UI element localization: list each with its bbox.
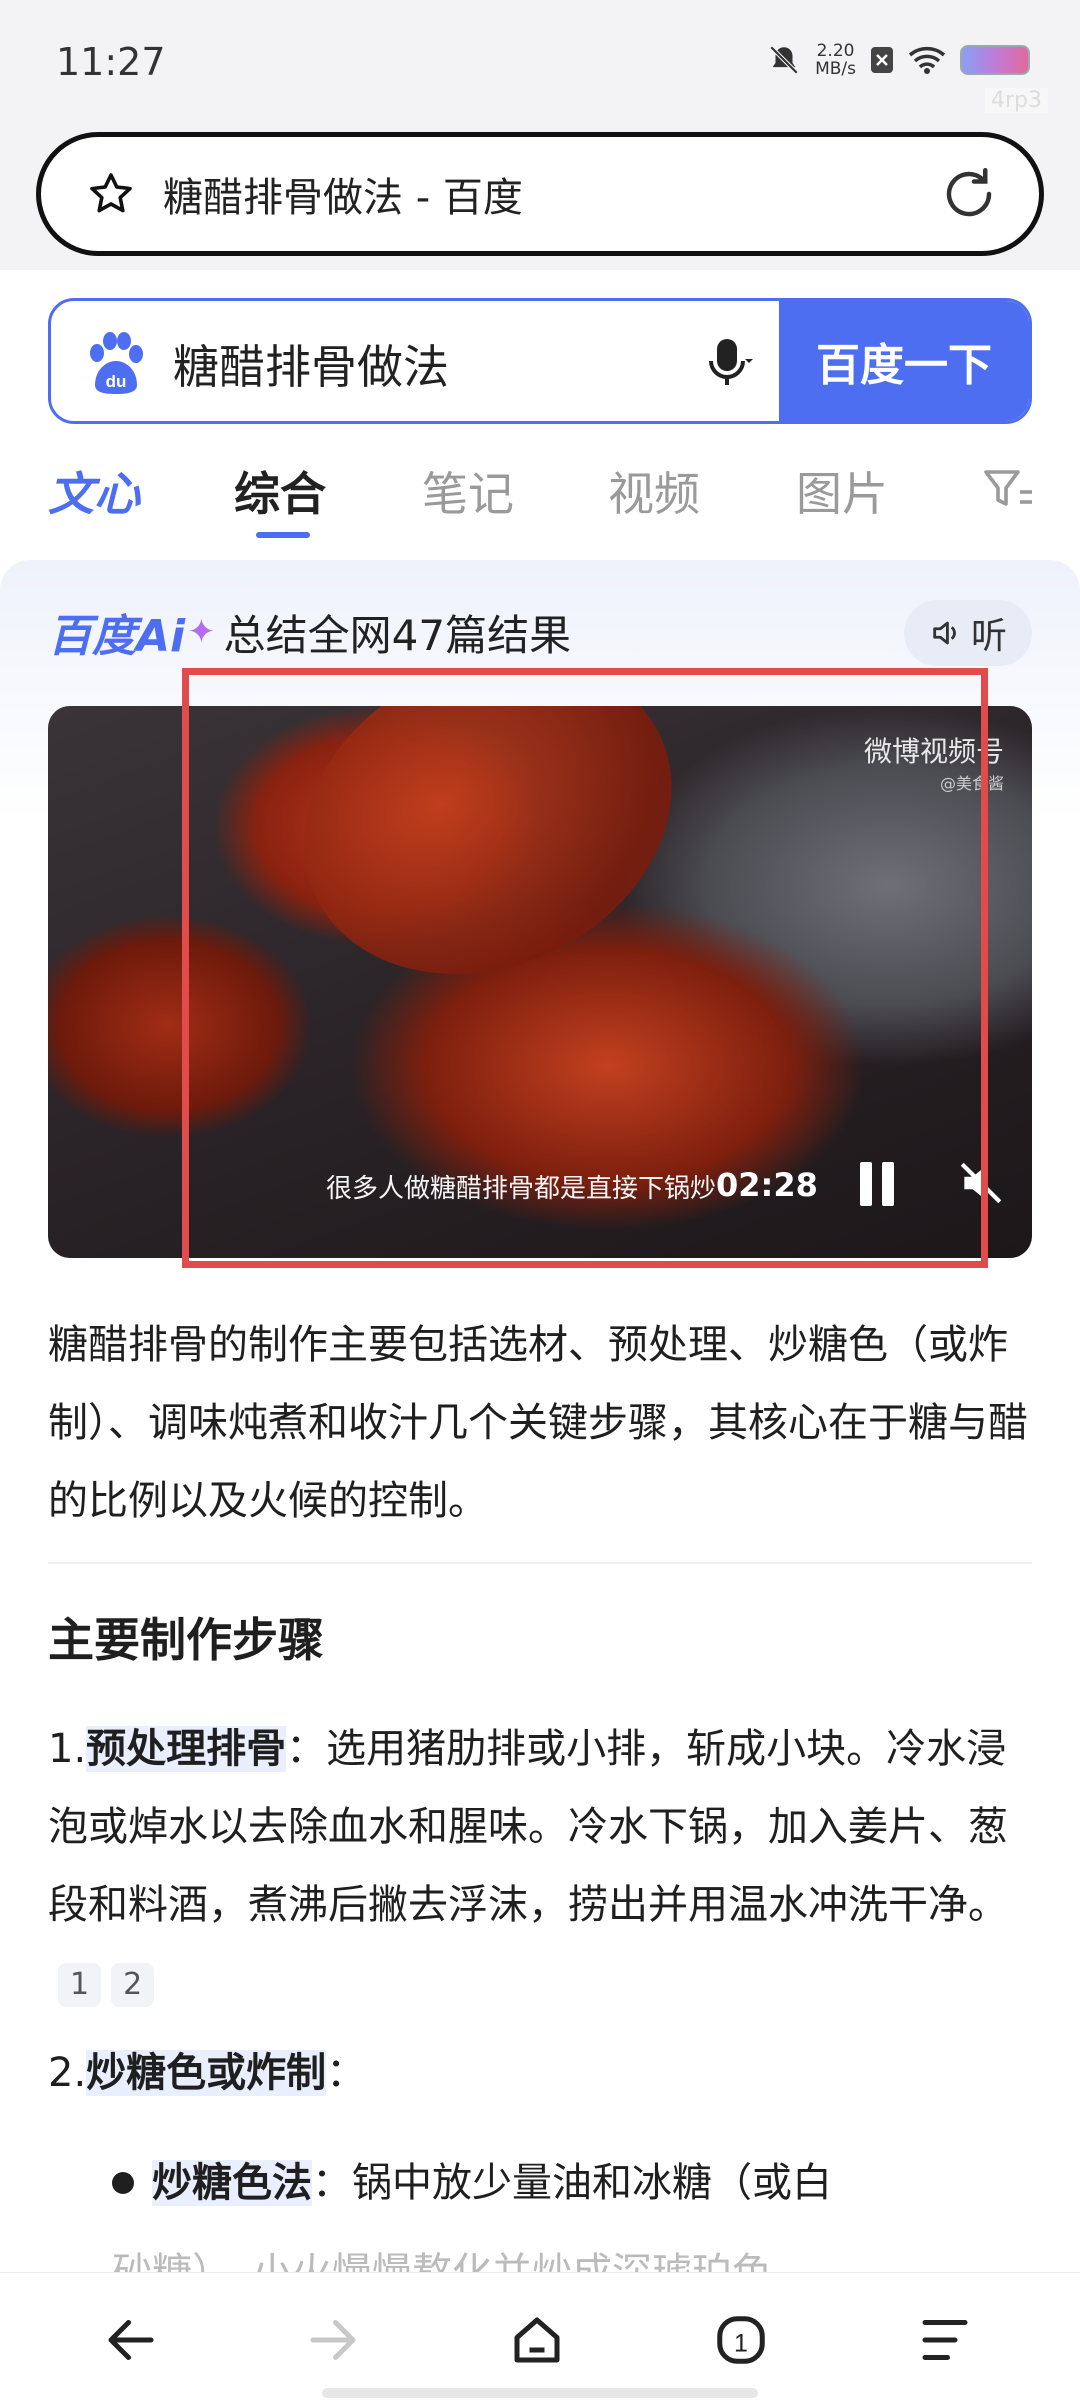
- tab-count-icon: 1: [717, 2316, 765, 2364]
- home-icon: [514, 2317, 560, 2363]
- highlight-box: [182, 668, 988, 1268]
- home-button[interactable]: [502, 2305, 572, 2375]
- section-title: 主要制作步骤: [48, 1613, 324, 1667]
- menu-icon: [922, 2320, 968, 2360]
- address-text[interactable]: 糖醋排骨做法 - 百度: [163, 165, 939, 223]
- ai-header: 百度Ai ✦ 总结全网47篇结果: [48, 600, 571, 664]
- back-button[interactable]: [96, 2305, 166, 2375]
- tab-video[interactable]: 视频: [608, 458, 700, 524]
- tab-notes[interactable]: 笔记: [422, 458, 514, 524]
- bookmark-star-icon[interactable]: [87, 170, 135, 218]
- search-submit-button[interactable]: 百度一下: [779, 301, 1029, 421]
- step-2-title: 炒糖色或炸制: [86, 2050, 327, 2096]
- svg-text:du: du: [106, 372, 127, 391]
- step-1-title: 预处理排骨: [86, 1726, 287, 1772]
- baidu-paw-icon: du: [90, 332, 143, 394]
- step-1: 1.预处理排骨：选用猪肋排或小排，斩成小块。冷水浸泡或焯水以去除血水和腥味。冷水…: [48, 1710, 1038, 2022]
- active-tab-indicator: [256, 532, 310, 538]
- search-box: du 糖醋排骨做法 百度一下: [48, 298, 1032, 424]
- intro-paragraph: 糖醋排骨的制作主要包括选材、预处理、炒糖色（或炸制）、调味炖煮和收汁几个关键步骤…: [48, 1322, 1028, 1524]
- rate-tag: 4rp3: [984, 88, 1048, 113]
- tab-all[interactable]: 综合: [234, 458, 326, 524]
- ai-summary-title: 总结全网47篇结果: [223, 610, 572, 660]
- section-divider: [48, 1562, 1032, 1564]
- reference-2[interactable]: 2: [111, 1963, 155, 2007]
- arrow-left-icon: [108, 2320, 154, 2360]
- gesture-bar[interactable]: [322, 2388, 758, 2398]
- forward-button[interactable]: [298, 2305, 368, 2375]
- status-bar: 11:27 2.20 MB/s 4rp3: [0, 0, 1080, 118]
- tab-images[interactable]: 图片: [796, 458, 888, 524]
- bullet-dot: [112, 2172, 134, 2194]
- search-input[interactable]: 糖醋排骨做法: [173, 331, 689, 421]
- svg-text:1: 1: [734, 2329, 748, 2357]
- bottom-nav: 1: [0, 2272, 1080, 2408]
- baidu-ai-logo: 百度Ai: [48, 611, 186, 662]
- speaker-icon: [933, 621, 956, 645]
- voice-search-button[interactable]: [689, 301, 769, 421]
- browser-toolbar: 糖醋排骨做法 - 百度: [0, 118, 1080, 270]
- sim-off-icon: [871, 47, 893, 73]
- address-bar[interactable]: 糖醋排骨做法 - 百度: [36, 132, 1044, 256]
- microphone-icon: [709, 339, 753, 385]
- net-speed: 2.20 MB/s: [815, 41, 856, 79]
- sparkle-icon: ✦: [187, 612, 216, 652]
- reference-1[interactable]: 1: [58, 1963, 102, 2007]
- tabs-button[interactable]: 1: [706, 2305, 776, 2375]
- step-2: 2.炒糖色或炸制：: [48, 2050, 367, 2096]
- status-icons: 2.20 MB/s: [767, 42, 1030, 78]
- wifi-icon: [908, 47, 946, 74]
- tab-wenxin[interactable]: 文心: [48, 458, 140, 524]
- listen-label: 听: [970, 616, 1007, 657]
- arrow-right-icon: [310, 2320, 356, 2360]
- status-time: 11:27: [56, 40, 166, 84]
- reload-icon[interactable]: [939, 164, 999, 224]
- mute-bell-icon: [769, 45, 799, 75]
- menu-button[interactable]: [910, 2305, 980, 2375]
- bullet-item: 炒糖色法：锅中放少量油和冰糖（或白: [152, 2160, 832, 2206]
- listen-button[interactable]: 听: [904, 600, 1032, 666]
- battery-icon: [960, 45, 1030, 75]
- filter-icon[interactable]: [982, 464, 1034, 516]
- bullet-title: 炒糖色法: [152, 2160, 312, 2206]
- search-tabs: 文心 综合 笔记 视频 图片: [0, 448, 1080, 548]
